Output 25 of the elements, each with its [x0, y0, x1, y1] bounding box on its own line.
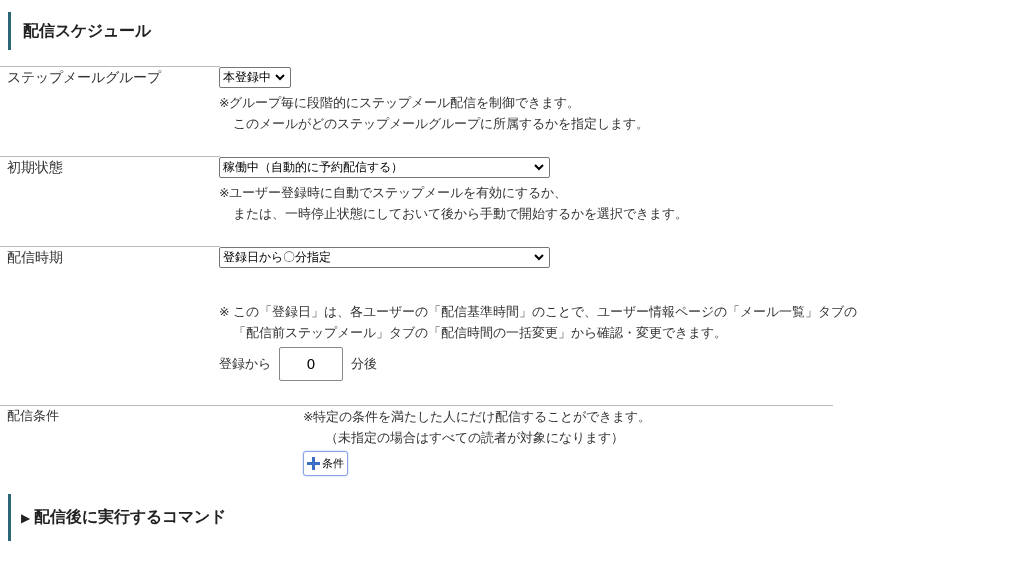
hint-text: または、一時停止状態にしておいて後から手動で開始するかを選択できます。: [233, 206, 688, 221]
hint-text: ※グループ毎に段階的にステップメール配信を制御できます。: [219, 95, 581, 110]
chevron-down-icon: [534, 164, 544, 171]
dropdown[interactable]: 登録日から〇分指定: [219, 247, 550, 268]
dropdown[interactable]: 稼働中（自動的に予約配信する）: [219, 157, 550, 178]
add-condition-button[interactable]: 条件: [303, 451, 348, 476]
minutes-input[interactable]: 0: [279, 347, 343, 381]
plus-icon: [307, 457, 320, 470]
chevron-down-icon: [275, 74, 285, 81]
chevron-down-icon: [534, 254, 544, 261]
dropdown[interactable]: 本登録中: [219, 67, 291, 88]
hint-text: ※特定の条件を満たした人にだけ配信することができます。: [303, 409, 652, 424]
hint-text: このメールがどのステップメールグループに所属するかを指定します。: [233, 116, 649, 131]
field-label: 配信条件: [7, 408, 59, 423]
hint-text: （未指定の場合はすべての読者が対象になります）: [325, 430, 624, 445]
collapsible-section-heading[interactable]: ▶ 配信後に実行するコマンド: [8, 494, 1015, 541]
unit-label: 分後: [351, 355, 377, 373]
section-heading: 配信スケジュール: [8, 12, 1015, 50]
hint-text: 「配信前ステップメール」タブの「配信時間の一括変更」から確認・変更できます。: [233, 325, 727, 340]
hint-text: ※ この「登録日」は、各ユーザーの「配信基準時間」のことで、ユーザー情報ページの「メール一覧」タブの: [219, 304, 858, 319]
field-label: 登録から: [219, 355, 271, 373]
field-label: ステップメールグループ: [7, 69, 161, 85]
hint-text: ※ユーザー登録時に自動でステップメールを有効にするか、: [219, 185, 568, 200]
field-label: 配信時期: [7, 249, 63, 265]
field-label: 初期状態: [7, 159, 63, 175]
